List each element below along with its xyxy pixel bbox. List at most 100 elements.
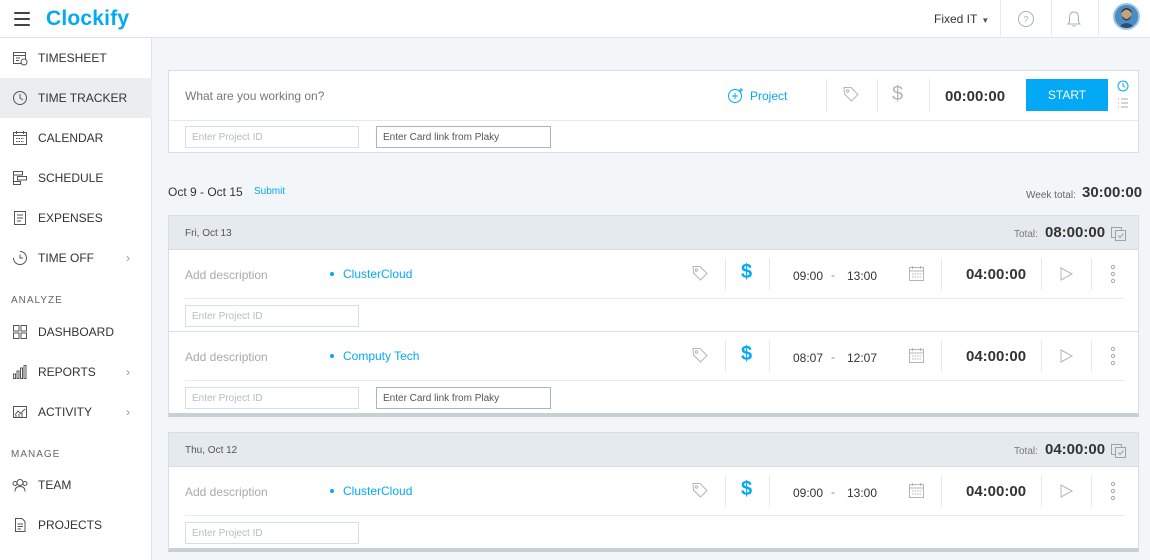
- more-options-icon[interactable]: [1110, 346, 1116, 369]
- entry-description-input[interactable]: [185, 485, 305, 499]
- start-button[interactable]: START: [1026, 79, 1108, 111]
- more-options-icon[interactable]: [1110, 264, 1116, 287]
- bulk-edit-icon[interactable]: [1110, 226, 1127, 245]
- sidebar-item-calendar[interactable]: Calendar: [0, 118, 152, 158]
- sidebar-item-time-tracker[interactable]: Time Tracker: [0, 78, 152, 118]
- entry-start-time[interactable]: 09:00: [793, 486, 823, 500]
- timer-mode-clock-icon[interactable]: [1117, 80, 1129, 95]
- calendar-icon[interactable]: [908, 265, 925, 285]
- schedule-icon: [13, 171, 27, 185]
- divider: [1041, 475, 1042, 507]
- sidebar-item-activity[interactable]: Activity ›: [0, 392, 152, 432]
- entry-description-input[interactable]: [185, 268, 305, 282]
- time-entry-row: ClusterCloud $ 09:00 - 13:00 04:00:00: [169, 250, 1138, 332]
- submit-link[interactable]: Submit: [254, 186, 285, 197]
- tag-icon[interactable]: [691, 346, 709, 367]
- billable-toggle[interactable]: $: [741, 478, 752, 501]
- top-bar: Clockify Fixed IT ▼ ?: [0, 0, 1150, 38]
- section-label-manage: Manage: [11, 449, 61, 460]
- tag-icon[interactable]: [842, 85, 860, 106]
- entry-project[interactable]: Computy Tech: [330, 349, 419, 363]
- help-icon[interactable]: ?: [1016, 9, 1036, 29]
- divider: [725, 340, 726, 372]
- play-icon[interactable]: [1058, 266, 1074, 285]
- more-options-icon[interactable]: [1110, 481, 1116, 504]
- tag-icon[interactable]: [691, 264, 709, 285]
- sidebar-item-time-off[interactable]: Time Off ›: [0, 238, 152, 278]
- chevron-right-icon: ›: [126, 405, 130, 419]
- entry-project[interactable]: ClusterCloud: [330, 484, 412, 498]
- sidebar-item-label: Time Off: [38, 251, 94, 265]
- divider: [725, 258, 726, 290]
- sidebar-item-projects[interactable]: Projects: [0, 505, 152, 545]
- project-id-input[interactable]: [185, 305, 359, 327]
- entry-end-time[interactable]: 13:00: [847, 486, 877, 500]
- time-separator: -: [831, 485, 835, 499]
- timesheet-icon: [13, 52, 28, 66]
- play-icon[interactable]: [1058, 483, 1074, 502]
- section-label-analyze: Analyze: [11, 295, 63, 306]
- billable-toggle[interactable]: $: [741, 343, 752, 366]
- card-link-input[interactable]: [376, 126, 551, 148]
- divider: [1041, 340, 1042, 372]
- avatar[interactable]: [1113, 3, 1140, 30]
- sidebar-item-expenses[interactable]: Expenses: [0, 198, 152, 238]
- project-id-input[interactable]: [185, 522, 359, 544]
- bell-icon[interactable]: [1064, 9, 1084, 29]
- billable-toggle[interactable]: $: [741, 261, 752, 284]
- project-picker[interactable]: Project: [727, 87, 787, 104]
- sidebar-item-schedule[interactable]: Schedule: [0, 158, 152, 198]
- entry-start-time[interactable]: 09:00: [793, 269, 823, 283]
- project-id-input[interactable]: [185, 387, 359, 409]
- day-group: Fri, Oct 13 Total: 08:00:00 ClusterCloud…: [168, 215, 1139, 417]
- divider: [769, 475, 770, 507]
- divider: [941, 258, 942, 290]
- sidebar-item-dashboard[interactable]: Dashboard: [0, 312, 152, 352]
- clock-icon: [13, 91, 27, 105]
- day-header: Fri, Oct 13 Total: 08:00:00: [169, 216, 1138, 250]
- week-range: Oct 9 - Oct 15: [168, 185, 243, 199]
- entry-description-input[interactable]: [185, 350, 305, 364]
- day-date: Fri, Oct 13: [185, 228, 232, 239]
- svg-text:?: ?: [1023, 15, 1028, 25]
- week-total-label: Week total:: [1026, 190, 1076, 201]
- billable-toggle[interactable]: $: [892, 83, 903, 106]
- divider: [1091, 340, 1092, 372]
- hamburger-menu-icon[interactable]: [14, 12, 30, 26]
- tag-icon[interactable]: [691, 481, 709, 502]
- entry-duration[interactable]: 04:00:00: [966, 348, 1026, 365]
- entry-duration[interactable]: 04:00:00: [966, 483, 1026, 500]
- time-tracker-bar: Project $ 00:00:00 START: [168, 70, 1139, 153]
- sidebar-item-label: Team: [38, 478, 72, 492]
- timer-display[interactable]: 00:00:00: [945, 88, 1005, 105]
- bulk-edit-icon[interactable]: [1110, 443, 1127, 462]
- workspace-switcher[interactable]: Fixed IT ▼: [934, 12, 989, 26]
- day-total-label: Total:: [1014, 446, 1038, 457]
- day-date: Thu, Oct 12: [185, 445, 238, 456]
- sidebar-item-reports[interactable]: Reports ›: [0, 352, 152, 392]
- sidebar-item-label: Time Tracker: [38, 91, 128, 105]
- entry-duration[interactable]: 04:00:00: [966, 266, 1026, 283]
- project-id-input[interactable]: [185, 126, 359, 148]
- divider: [941, 475, 942, 507]
- time-entry-row: ClusterCloud $ 09:00 - 13:00 04:00:00: [169, 467, 1138, 549]
- sidebar-item-label: Projects: [38, 518, 103, 532]
- clockify-logo[interactable]: Clockify: [46, 7, 129, 31]
- calendar-icon[interactable]: [908, 347, 925, 367]
- description-input[interactable]: [185, 89, 585, 103]
- manual-mode-list-icon[interactable]: [1117, 97, 1129, 112]
- calendar-icon[interactable]: [908, 482, 925, 502]
- week-total-value: 30:00:00: [1082, 184, 1143, 201]
- sidebar-item-timesheet[interactable]: Timesheet: [0, 38, 152, 78]
- play-icon[interactable]: [1058, 348, 1074, 367]
- entry-project[interactable]: ClusterCloud: [330, 267, 412, 281]
- day-total-value: 04:00:00: [1045, 441, 1106, 458]
- day-total-label: Total:: [1014, 229, 1038, 240]
- card-link-input[interactable]: [376, 387, 551, 409]
- entry-start-time[interactable]: 08:07: [793, 351, 823, 365]
- sidebar-item-team[interactable]: Team: [0, 465, 152, 505]
- entry-end-time[interactable]: 12:07: [847, 351, 877, 365]
- time-off-icon: [13, 251, 27, 265]
- entry-end-time[interactable]: 13:00: [847, 269, 877, 283]
- entry-project-name: Computy Tech: [343, 349, 420, 363]
